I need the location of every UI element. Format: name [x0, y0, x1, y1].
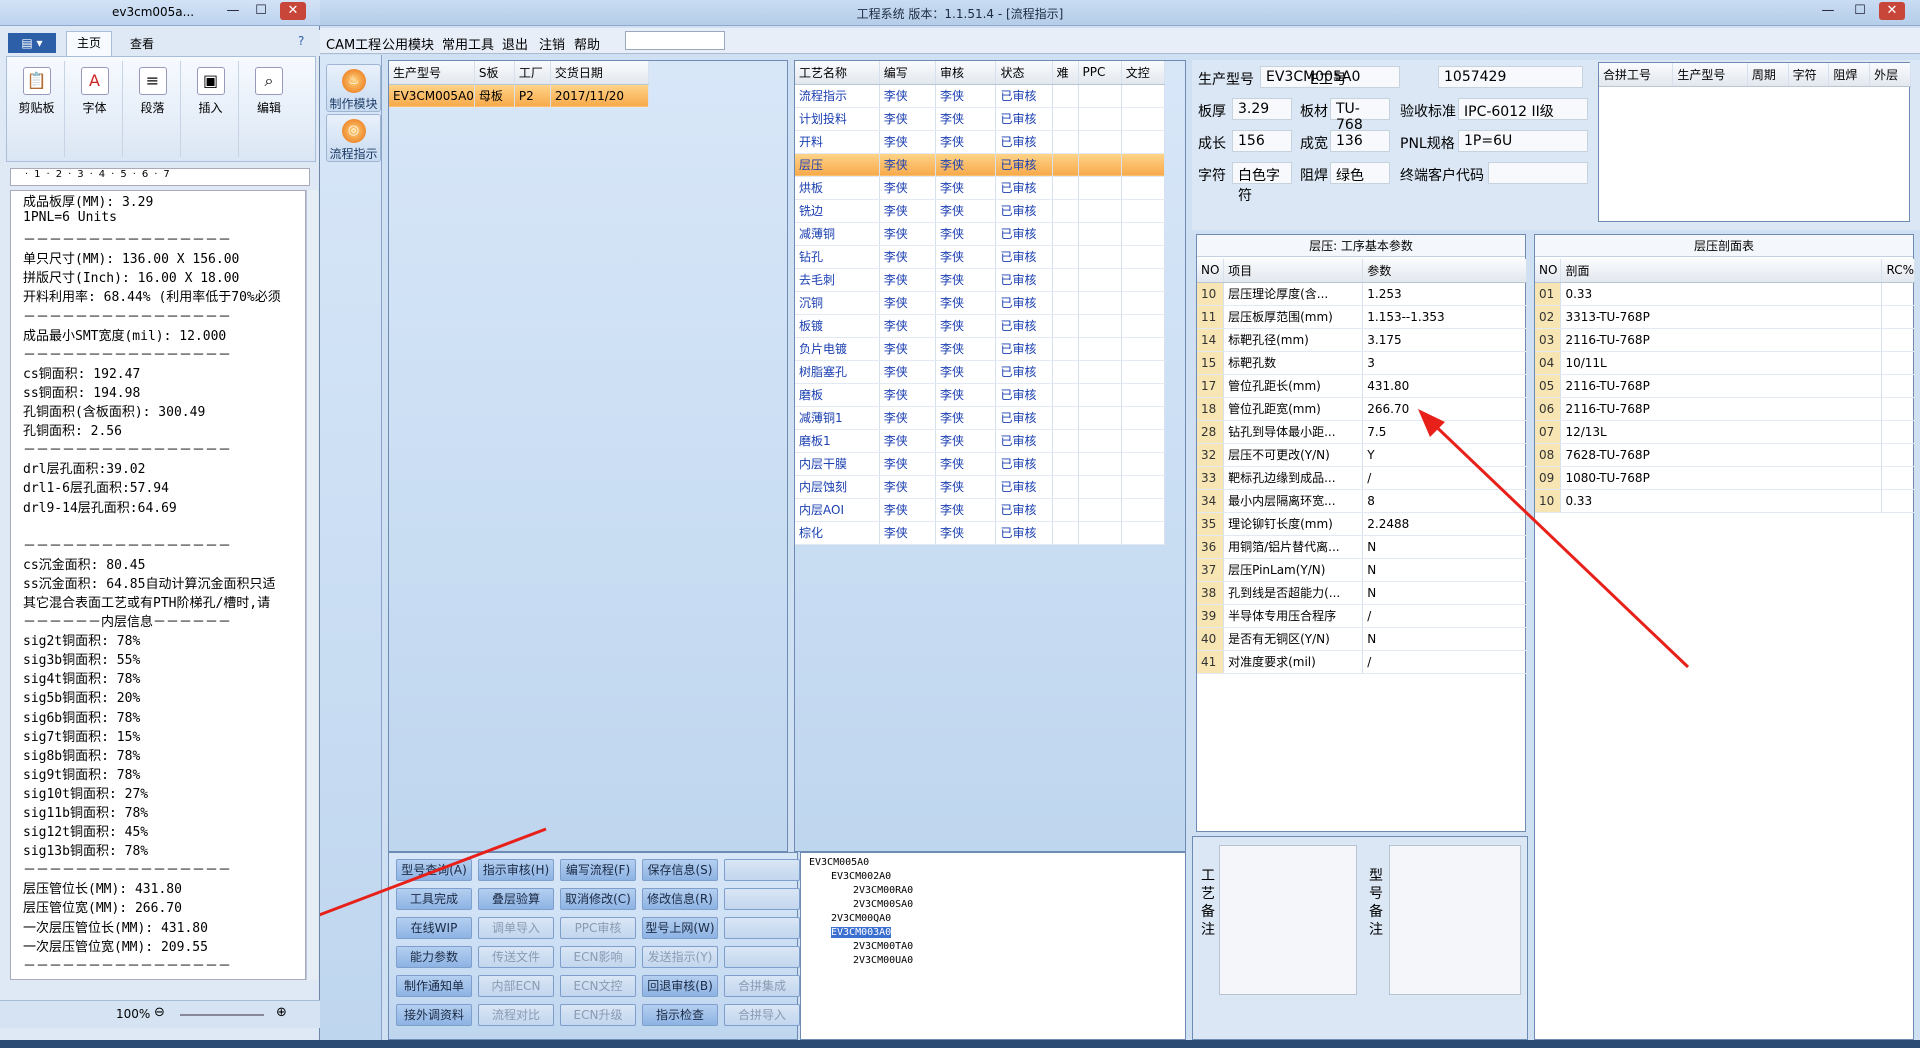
taskbar — [0, 1040, 1920, 1048]
doc-line: sig6b铜面积: 78% — [23, 710, 141, 726]
doc-title: ev3cm005a... — [112, 5, 195, 19]
zoom-slider[interactable] — [180, 1014, 264, 1016]
close-icon[interactable]: ✕ — [280, 2, 306, 20]
doc-line: 1PNL=6 Units — [23, 210, 117, 226]
doc-line: sig7t铜面积: 15% — [23, 729, 141, 745]
zoom-in-icon[interactable]: ⊕ — [276, 1005, 287, 1020]
doc-line: 拼版尺寸(Inch): 16.00 X 18.00 — [23, 271, 240, 287]
doc-line: sig11b铜面积: 78% — [23, 806, 149, 821]
doc-line: －－－－－－内层信息－－－－－－ — [23, 615, 232, 631]
doc-line: －－－－－－－－－－－－－－－－ — [23, 863, 232, 879]
doc-line: ss铜面积: 194.98 — [23, 385, 141, 401]
doc-line: cs铜面积: 192.47 — [23, 366, 141, 382]
binoculars-icon: ⌕ — [255, 67, 283, 95]
doc-line: －－－－－－－－－－－－－－－－ — [23, 443, 232, 459]
doc-line: drl1-6层孔面积:57.94 — [23, 481, 169, 497]
picture-icon: ▣ — [196, 67, 225, 95]
zoom-level: 100% — [116, 1007, 151, 1021]
doc-line: －－－－－－－－－－－－－－－－ — [23, 309, 232, 325]
font-icon: A — [80, 67, 109, 95]
document-body[interactable]: 成品板厚(MM): 3.29 1PNL=6 Units －－－－－－－－－－－－－－… — [10, 190, 306, 980]
doc-line: drl层孔面积:39.02 — [23, 462, 146, 478]
tab-home[interactable]: 主页 — [66, 31, 112, 56]
doc-title-bar: ev3cm005a... — ☐ ✕ — [0, 0, 320, 26]
paragraph-group[interactable]: ≡ 段落 — [125, 61, 181, 157]
doc-line: sig13b铜面积: 78% — [23, 844, 149, 860]
red-arrow — [1423, 414, 1690, 669]
doc-line: 单只尺寸(MM): 136.00 X 156.00 — [23, 252, 240, 268]
doc-line: 孔铜面积(含板面积): 300.49 — [23, 405, 206, 421]
doc-line: 孔铜面积: 2.56 — [23, 424, 122, 440]
edit-group[interactable]: ⌕ 编辑 — [241, 61, 297, 157]
doc-line: 一次层压管位宽(MM): 209.55 — [23, 939, 208, 955]
doc-line: sig10t铜面积: 27% — [23, 786, 149, 802]
doc-line: 开料利用率: 68.44% (利用率低于70%必须 — [23, 290, 281, 306]
doc-line: 其它混合表面工艺或有PTH阶梯孔/槽时,请 — [23, 595, 271, 611]
doc-line: cs沉金面积: 80.45 — [23, 557, 146, 573]
ruler: ·1·2·3·4·5·6·7 — [10, 168, 310, 186]
clipboard-group[interactable]: 📋 剪贴板 — [9, 61, 65, 157]
file-menu-button[interactable]: ▤ ▾ — [8, 33, 56, 53]
doc-line: 成品板厚(MM): 3.29 — [23, 195, 154, 210]
document-window: ev3cm005a... — ☐ ✕ ▤ ▾ 主页 查看 ? 📋 剪贴板 A 字体 … — [0, 0, 320, 1048]
doc-line: 一次层压管位长(MM): 431.80 — [23, 920, 208, 936]
doc-line: sig2t铜面积: 78% — [23, 634, 141, 650]
ribbon-tabs: ▤ ▾ 主页 查看 ? — [0, 30, 320, 56]
doc-line: sig8b铜面积: 78% — [23, 748, 141, 764]
ribbon: 📋 剪贴板 A 字体 ≡ 段落 ▣ 插入 ⌕ 编辑 — [6, 56, 316, 162]
doc-line: 成品最小SMT宽度(mil): 12.000 — [23, 328, 227, 344]
doc-line: sig4t铜面积: 78% — [23, 672, 141, 688]
doc-line: drl9-14层孔面积:64.69 — [23, 500, 177, 516]
clipboard-icon: 📋 — [22, 67, 51, 95]
doc-line: －－－－－－－－－－－－－－－－ — [23, 538, 232, 554]
doc-line: －－－－－－－－－－－－－－－－ — [23, 347, 232, 363]
doc-line: sig9t铜面积: 78% — [23, 767, 141, 783]
doc-line: －－－－－－－－－－－－－－－－ — [23, 233, 232, 249]
doc-line: sig12t铜面积: 45% — [23, 825, 149, 841]
font-group[interactable]: A 字体 — [67, 61, 123, 157]
doc-line: ss沉金面积: 64.85自动计算沉金面积只适 — [23, 576, 276, 592]
doc-line: －－－－－－－－－－－－－－－－ — [23, 958, 232, 974]
doc-line: 层压管位长(MM): 431.80 — [23, 882, 182, 898]
insert-group[interactable]: ▣ 插入 — [183, 61, 239, 157]
doc-line — [11, 516, 305, 535]
help-icon[interactable]: ? — [298, 34, 304, 48]
vertical-scrollbar[interactable] — [306, 190, 318, 980]
zoom-out-icon[interactable]: ⊖ — [154, 1005, 165, 1020]
status-bar: 100% ⊖ ⊕ — [0, 1000, 320, 1028]
maximize-icon[interactable]: ☐ — [248, 2, 274, 20]
tab-view[interactable]: 查看 — [130, 35, 154, 52]
doc-line: 层压管位宽(MM): 266.70 — [23, 901, 182, 917]
doc-line: sig5b铜面积: 20% — [23, 691, 141, 707]
doc-line: sig3b铜面积: 55% — [23, 653, 141, 669]
minimize-icon[interactable]: — — [220, 2, 246, 20]
paragraph-icon: ≡ — [138, 67, 167, 95]
